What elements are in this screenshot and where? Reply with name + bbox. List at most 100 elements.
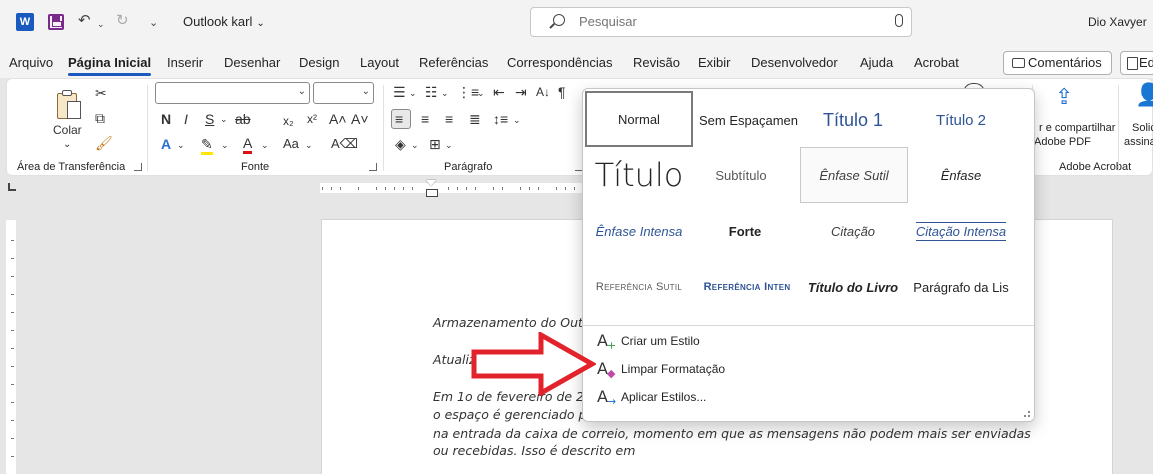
style-intense-emphasis[interactable]: Ênfase Intensa [585, 203, 693, 259]
style-title[interactable]: Título [585, 147, 693, 203]
style-subtle-emphasis[interactable]: Ênfase Sutil [800, 147, 908, 203]
bullets-dropdown-icon[interactable]: ⌄ [409, 85, 417, 101]
tab-layout[interactable]: Layout [360, 55, 399, 70]
underline-dropdown-icon[interactable]: ⌄ [220, 111, 228, 127]
indent-marker[interactable] [426, 180, 438, 198]
doc-line[interactable]: Armazenamento do Outlo [433, 315, 594, 330]
highlight-color-icon[interactable]: ✎ [201, 136, 213, 155]
resize-grip-icon[interactable] [1024, 411, 1030, 417]
style-intense-quote[interactable]: Citação Intensa [907, 203, 1015, 259]
strikethrough-icon[interactable]: ab [235, 111, 251, 127]
apply-styles-button[interactable]: A → Aplicar Estilos... [593, 385, 1013, 409]
font-size-combo[interactable]: ⌄ [313, 82, 374, 104]
subscript-icon[interactable]: x₂ [283, 113, 294, 129]
copy-icon[interactable]: ⧉ [95, 110, 105, 126]
show-marks-icon[interactable]: ¶ [558, 84, 566, 100]
tab-desenhar[interactable]: Desenhar [224, 55, 280, 70]
numbering-dropdown-icon[interactable]: ⌄ [441, 85, 449, 101]
clear-formatting-button[interactable]: A ◆ Limpar Formatação [593, 357, 1013, 381]
clipboard-launcher-icon[interactable] [134, 163, 142, 171]
change-case-icon[interactable]: Aa [283, 136, 299, 152]
style-emphasis[interactable]: Ênfase [907, 147, 1015, 203]
text-effects-dropdown-icon[interactable]: ⌄ [177, 137, 185, 153]
superscript-icon[interactable]: x² [307, 111, 317, 127]
line-spacing-icon[interactable]: ↕≡ [493, 111, 508, 127]
tab-arquivo[interactable]: Arquivo [9, 55, 53, 70]
text-effects-icon[interactable]: A [161, 136, 171, 152]
create-share-pdf-label-line1[interactable]: r e compartilhar [1039, 121, 1115, 135]
tab-referencias[interactable]: Referências [419, 55, 488, 70]
sort-icon[interactable]: A↓ [536, 84, 550, 100]
font-color-icon[interactable]: A [243, 135, 253, 154]
align-right-icon[interactable]: ≡ [445, 111, 453, 127]
paste-icon[interactable] [55, 89, 83, 121]
italic-icon[interactable]: I [184, 111, 188, 127]
tab-acrobat[interactable]: Acrobat [914, 55, 959, 70]
editing-button[interactable]: Ed [1120, 51, 1153, 75]
tab-pagina-inicial[interactable]: Página Inicial [68, 55, 152, 76]
font-launcher-icon[interactable] [369, 163, 377, 171]
request-signature-label-line1[interactable]: Solic [1132, 121, 1153, 135]
style-heading-1[interactable]: Título 1 [799, 92, 907, 148]
cut-icon[interactable]: ✂ [95, 85, 107, 101]
comments-button[interactable]: Comentários [1003, 51, 1112, 75]
undo-icon[interactable]: ↶ [78, 11, 91, 31]
borders-icon[interactable]: ⊞ [429, 136, 441, 152]
change-case-dropdown-icon[interactable]: ⌄ [305, 137, 313, 153]
undo-dropdown-icon[interactable]: ⌄ [97, 14, 105, 34]
tab-exibir[interactable]: Exibir [698, 55, 731, 70]
paste-label[interactable]: Colar [53, 122, 82, 138]
vertical-ruler[interactable] [0, 200, 20, 474]
decrease-indent-icon[interactable]: ⇤ [493, 84, 505, 100]
create-style-button[interactable]: A + Criar um Estilo [593, 329, 1013, 353]
doc-line[interactable]: o espaço é gerenciado pa [433, 407, 594, 422]
style-normal[interactable]: Normal [585, 91, 693, 147]
tab-stop-selector[interactable] [8, 183, 16, 191]
doc-line[interactable]: ou recebidas. Isso é descrito em [433, 443, 635, 458]
font-color-dropdown-icon[interactable]: ⌄ [261, 137, 269, 153]
style-book-title[interactable]: Título do Livro [799, 259, 907, 315]
shading-icon[interactable]: ◈ [395, 136, 406, 152]
bold-icon[interactable]: N [161, 111, 171, 127]
tab-revisao[interactable]: Revisão [633, 55, 680, 70]
shading-dropdown-icon[interactable]: ⌄ [411, 137, 419, 153]
shrink-font-icon[interactable]: A˅ [351, 111, 369, 127]
redo-icon[interactable]: ↻ [116, 11, 129, 31]
tab-desenvolvedor[interactable]: Desenvolvedor [751, 55, 838, 70]
multilevel-dropdown-icon[interactable]: ⌄ [477, 85, 485, 101]
font-name-combo[interactable]: ⌄ [155, 82, 310, 104]
borders-dropdown-icon[interactable]: ⌄ [445, 137, 453, 153]
user-name[interactable]: Dio Xavyer [1088, 15, 1147, 29]
highlight-dropdown-icon[interactable]: ⌄ [221, 137, 229, 153]
request-signature-icon[interactable]: 👤 [1135, 84, 1153, 106]
doc-line[interactable]: na entrada da caixa de correio, momento … [433, 426, 1031, 441]
style-list-paragraph[interactable]: Parágrafo da Lis [907, 259, 1015, 315]
style-no-spacing[interactable]: Sem Espaçamen [695, 92, 803, 148]
tab-correspondencias[interactable]: Correspondências [507, 55, 613, 70]
clear-format-icon[interactable]: A⌫ [331, 136, 358, 152]
style-intense-reference[interactable]: Referência Inten [693, 259, 801, 315]
search-input[interactable] [579, 14, 879, 29]
style-strong[interactable]: Forte [691, 203, 799, 259]
numbering-icon[interactable]: ☷ [425, 84, 438, 100]
bullets-icon[interactable]: ☰ [393, 84, 406, 100]
style-subtle-reference[interactable]: Referência Sutil [585, 259, 693, 315]
underline-icon[interactable]: S [205, 111, 214, 127]
multilevel-list-icon[interactable]: ⋮≡ [457, 84, 479, 100]
customize-toolbar-icon[interactable]: ⌄ [149, 13, 158, 33]
align-center-icon[interactable]: ≡ [421, 111, 429, 127]
tab-design[interactable]: Design [299, 55, 339, 70]
style-heading-2[interactable]: Título 2 [907, 92, 1015, 148]
format-painter-icon[interactable]: 🖌 [95, 135, 113, 151]
save-icon[interactable] [48, 14, 64, 30]
style-quote[interactable]: Citação [799, 203, 907, 259]
increase-indent-icon[interactable]: ⇥ [515, 84, 527, 100]
document-name[interactable]: Outlook karl ⌄ [183, 14, 265, 29]
justify-icon[interactable]: ≣ [469, 111, 481, 127]
tab-ajuda[interactable]: Ajuda [860, 55, 893, 70]
search-box[interactable] [530, 7, 912, 37]
microphone-icon[interactable] [895, 14, 903, 27]
grow-font-icon[interactable]: A˄ [329, 111, 347, 127]
tab-inserir[interactable]: Inserir [167, 55, 203, 70]
create-share-pdf-icon[interactable]: ⇪ [1055, 86, 1073, 108]
